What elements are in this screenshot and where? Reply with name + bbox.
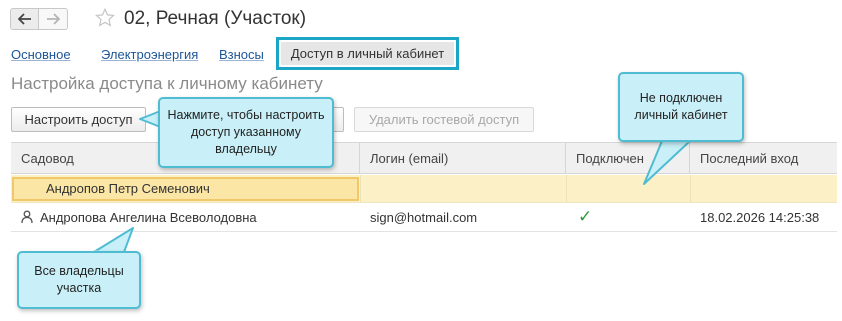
callout-all-owners: Все владельцы участка — [17, 251, 141, 309]
callout-not-connected: Не подключен личный кабинет — [618, 72, 744, 142]
callout-configure-hint: Нажмите, чтобы настроить доступ указанно… — [158, 97, 334, 168]
